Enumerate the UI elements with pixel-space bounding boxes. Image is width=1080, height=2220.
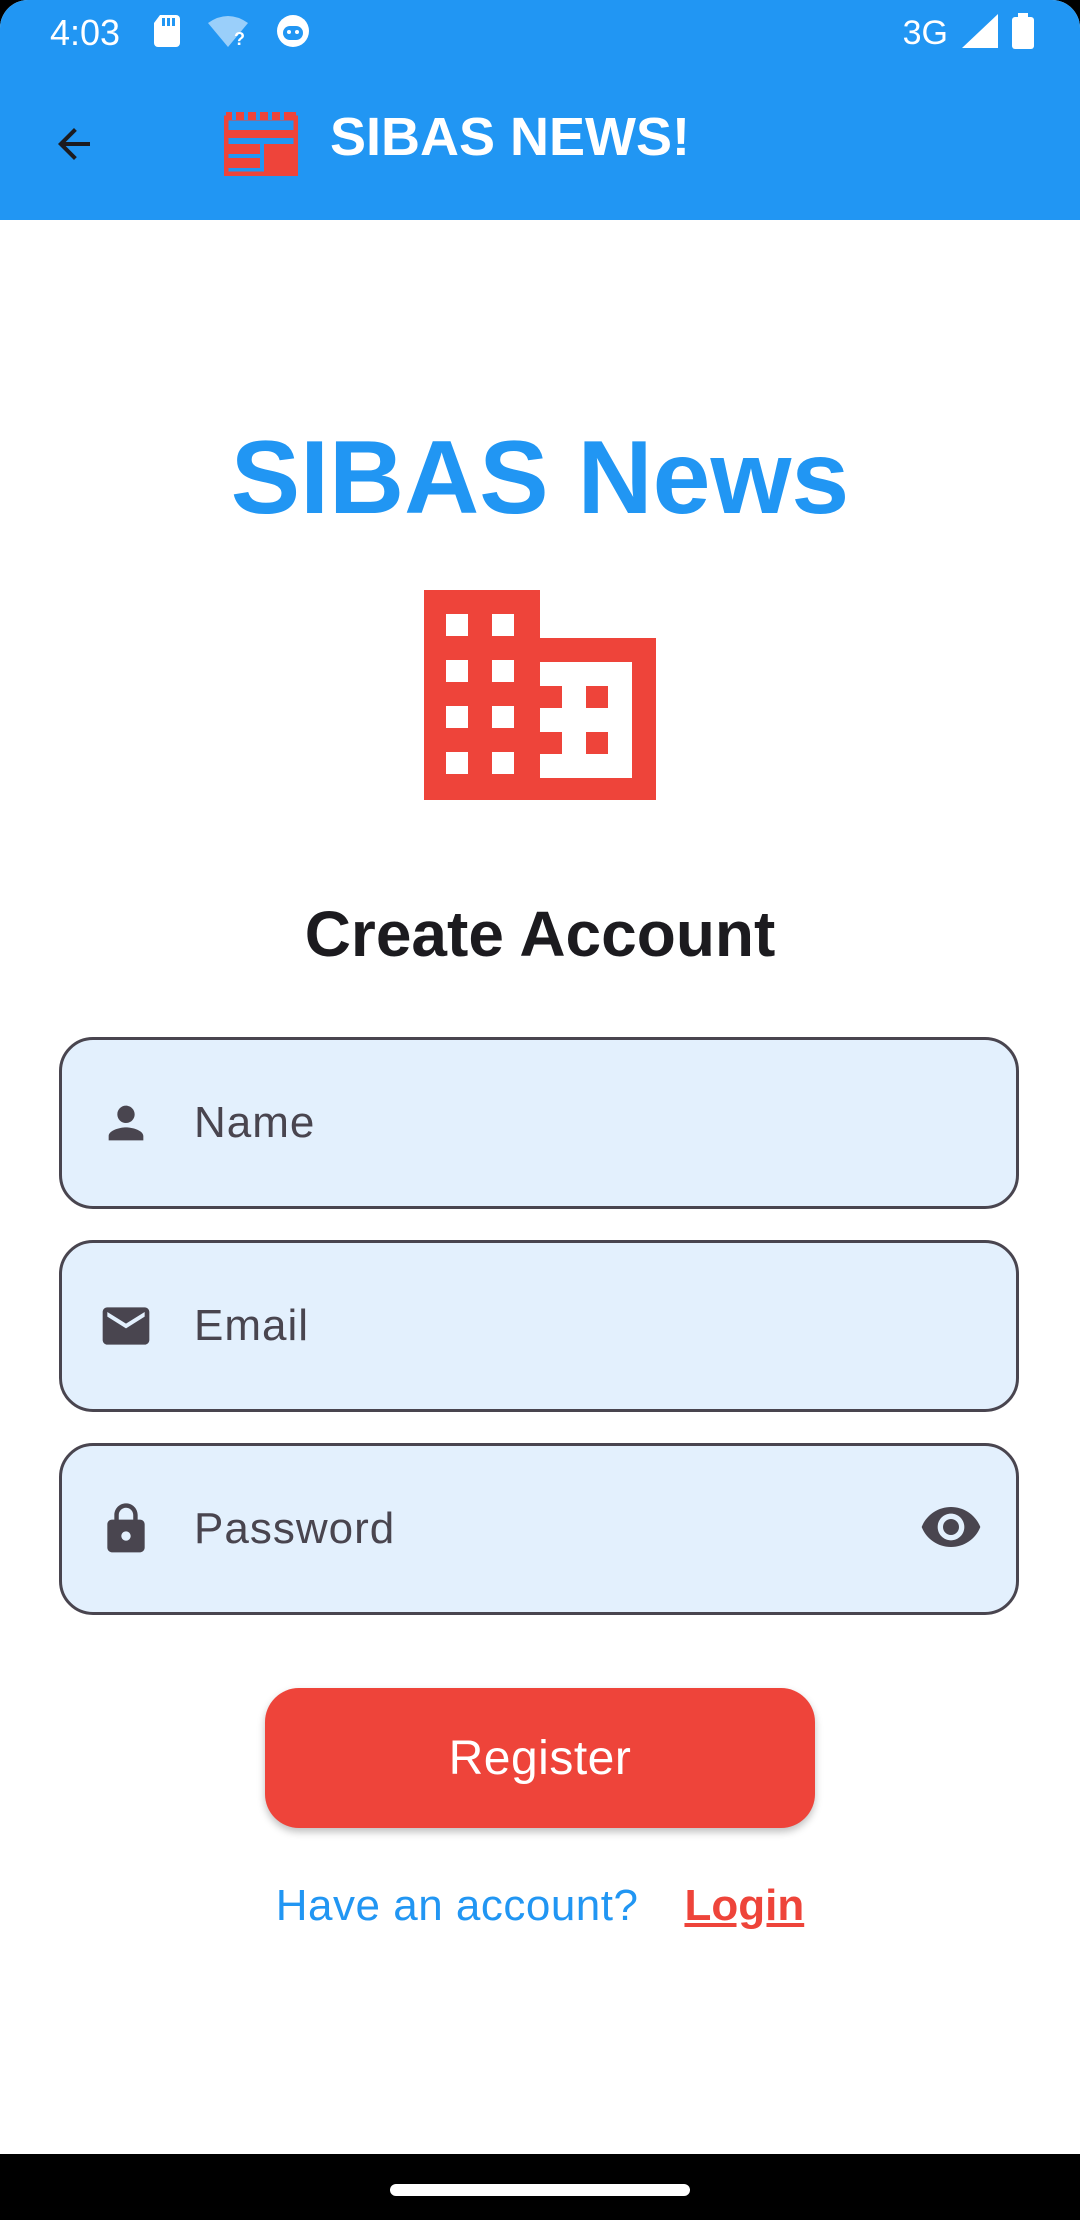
show-password-toggle[interactable] [916,1494,986,1564]
wifi-unknown-icon: ? [208,15,248,52]
create-account-heading: Create Account [304,898,776,970]
person-icon [98,1095,154,1151]
signal-icon [962,13,998,53]
login-link[interactable]: Login [684,1876,804,1936]
network-type: 3G [902,14,948,52]
svg-text:?: ? [234,29,245,47]
brand-title: SIBAS News [230,420,850,536]
register-button[interactable]: Register [265,1688,815,1828]
status-bar: 4:03 ? 3G [0,0,1080,66]
login-prompt: Have an account? Login [0,1876,1080,1936]
sd-card-icon [154,15,180,52]
mail-icon [98,1298,154,1354]
eye-icon [919,1495,983,1564]
screen: 4:03 ? 3G SIBAS NEWS! SIBAS News Create … [0,0,1080,2220]
name-input[interactable] [194,1040,906,1206]
newspaper-icon [223,110,299,177]
navigation-bar [0,2154,1080,2220]
password-field[interactable] [59,1443,1019,1615]
have-account-text: Have an account? [275,1881,639,1930]
app-bar: SIBAS NEWS! [0,66,1080,220]
password-input[interactable] [194,1446,906,1612]
battery-icon [1012,12,1034,54]
home-gesture-handle[interactable] [390,2184,690,2196]
building-icon [424,590,656,800]
status-notification-icons: ? [154,14,310,53]
status-system-icons: 3G [903,12,1034,54]
email-field[interactable] [59,1240,1019,1412]
android-debug-icon [276,14,310,53]
arrow-back-icon [50,120,98,173]
back-button[interactable] [38,110,110,182]
app-title: SIBAS NEWS! [330,107,691,167]
email-input[interactable] [194,1243,906,1409]
status-time: 4:03 [50,12,121,53]
lock-icon [98,1501,154,1557]
name-field[interactable] [59,1037,1019,1209]
